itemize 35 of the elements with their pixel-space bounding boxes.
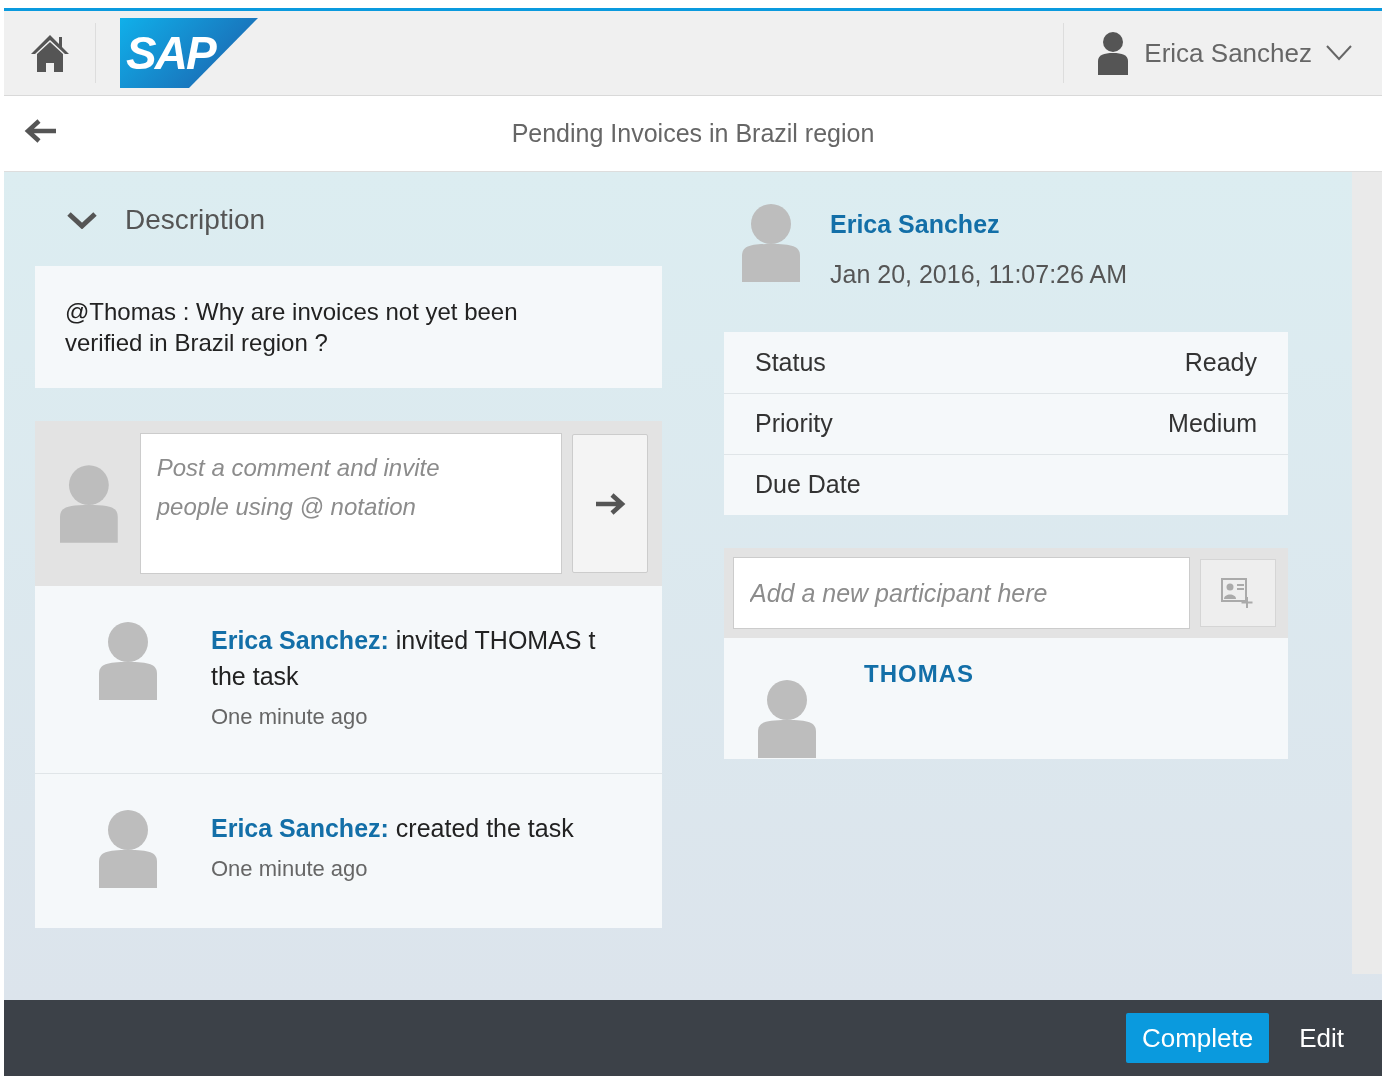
comment-field[interactable]: Post a comment and invite people using @ notation [139, 433, 563, 574]
arrow-right-icon [594, 491, 627, 516]
avatar-icon [60, 464, 118, 543]
complete-button[interactable]: Complete [1125, 1013, 1270, 1063]
attribute-value: Medium [1168, 408, 1257, 440]
back-arrow-icon [24, 118, 58, 144]
avatar-icon [99, 622, 157, 700]
participant-name[interactable]: THOMAS [864, 656, 974, 741]
comment-text: Erica Sanchez: invited THOMAS t the task [211, 625, 597, 692]
description-toggle[interactable]: Description [35, 200, 272, 240]
attribute-label: Due Date [755, 469, 861, 501]
user-icon [1096, 31, 1131, 75]
chevron-icon [67, 211, 97, 229]
comment-time: One minute ago [211, 855, 369, 883]
attribute-value: Ready [1184, 346, 1257, 378]
attribute-label: Status [755, 346, 826, 378]
logo: SAP [120, 18, 258, 88]
comment-text: Erica Sanchez: created the task [211, 813, 575, 844]
scrollbar[interactable] [1352, 172, 1382, 974]
creator-name[interactable]: Erica Sanchez [830, 206, 1127, 244]
created-date: Jan 20, 2016, 11:07:26 AM [830, 258, 1127, 290]
attribute-label: Priority [755, 408, 833, 440]
add-participant-button[interactable] [1200, 559, 1276, 627]
avatar-icon [99, 810, 157, 888]
description-text: @Thomas : Why are invoices not yet been verified in Brazil region ? [35, 266, 662, 388]
add-contact-icon [1221, 577, 1255, 609]
comment-time: One minute ago [211, 703, 369, 731]
page-title: Pending Invoices in Brazil region [511, 117, 875, 149]
avatar-icon [758, 680, 816, 758]
avatar-icon [742, 204, 800, 282]
edit-button[interactable]: Edit [1283, 1013, 1360, 1063]
chevron-down-icon [1326, 45, 1352, 61]
back-button[interactable] [24, 118, 58, 144]
user-menu[interactable]: Erica Sanchez [1063, 23, 1382, 83]
send-button[interactable] [572, 434, 648, 573]
